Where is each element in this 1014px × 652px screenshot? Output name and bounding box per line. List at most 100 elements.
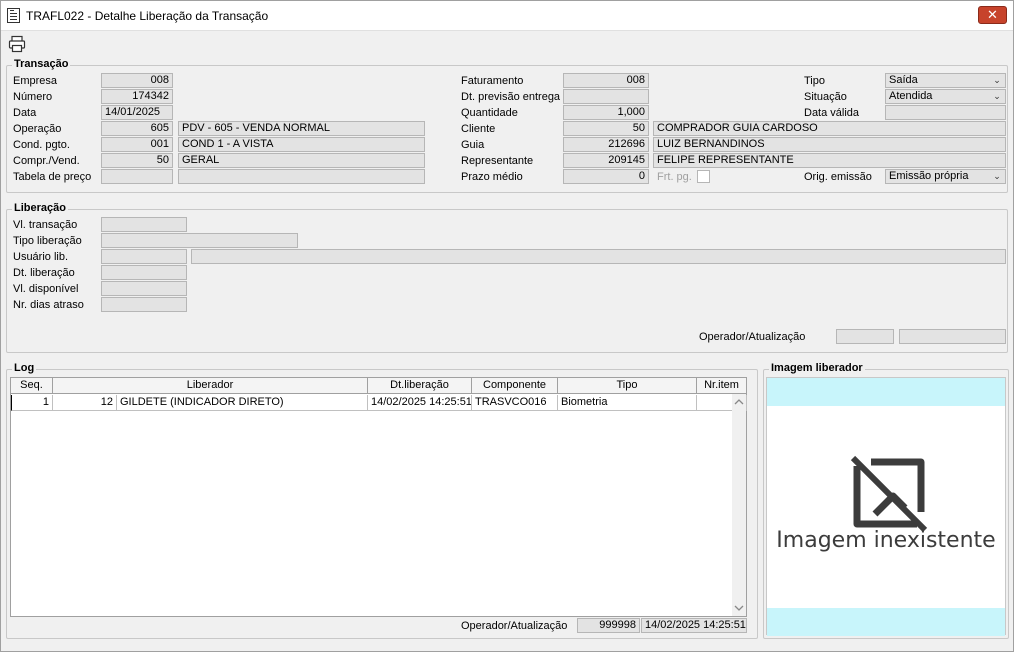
empresa-field[interactable]: 008: [101, 73, 173, 88]
no-image-text: Imagem inexistente: [776, 528, 996, 553]
cell-liberador-name[interactable]: GILDETE (INDICADOR DIRETO): [117, 395, 368, 411]
vl-transacao-label: Vl. transação: [13, 219, 78, 231]
log-table-header: Seq. Liberador Dt.liberação Componente T…: [11, 378, 747, 394]
log-operador-label: Operador/Atualização: [461, 620, 568, 632]
cond-pgto-desc-field[interactable]: COND 1 - A VISTA: [178, 137, 425, 152]
compr-vend-label: Compr./Vend.: [13, 155, 80, 167]
liberacao-operador-code-field[interactable]: [836, 329, 894, 344]
tipo-select-value: Saída: [889, 74, 918, 86]
log-operador-code-field[interactable]: 999998: [577, 618, 640, 633]
dt-previsao-field[interactable]: [563, 89, 649, 104]
column-header-liberador[interactable]: Liberador: [53, 378, 368, 394]
imagem-group-label: Imagem liberador: [769, 362, 865, 374]
operacao-label: Operação: [13, 123, 62, 135]
column-header-dt-liberacao[interactable]: Dt.liberação: [368, 378, 472, 394]
image-bottom-band: [767, 608, 1005, 636]
faturamento-field[interactable]: 008: [563, 73, 649, 88]
cell-seq[interactable]: 1: [11, 395, 53, 411]
data-field[interactable]: 14/01/2025: [101, 105, 173, 120]
usuario-lib-name-field[interactable]: [191, 249, 1006, 264]
guia-label: Guia: [461, 139, 485, 151]
cell-dt-liberacao[interactable]: 14/02/2025 14:25:51: [368, 395, 472, 411]
tipo-label: Tipo: [804, 75, 825, 87]
cliente-desc-field[interactable]: COMPRADOR GUIA CARDOSO: [653, 121, 1006, 136]
liberador-image: Imagem inexistente: [766, 377, 1006, 636]
liberacao-operador-date-field[interactable]: [899, 329, 1006, 344]
representante-desc-field[interactable]: FELIPE REPRESENTANTE: [653, 153, 1006, 168]
liberacao-operador-label: Operador/Atualização: [699, 331, 806, 343]
frt-pg-label: Frt. pg.: [657, 171, 692, 183]
log-table-scrollbar[interactable]: [732, 394, 746, 616]
nr-dias-atraso-field[interactable]: [101, 297, 187, 312]
table-row[interactable]: 1 12 GILDETE (INDICADOR DIRETO) 14/02/20…: [11, 395, 747, 411]
vl-disponivel-label: Vl. disponível: [13, 283, 79, 295]
chevron-down-icon: ⌄: [993, 171, 1001, 181]
window-title: TRAFL022 - Detalhe Liberação da Transaçã…: [26, 9, 269, 23]
cell-tipo[interactable]: Biometria: [558, 395, 697, 411]
faturamento-label: Faturamento: [461, 75, 524, 87]
window: TRAFL022 - Detalhe Liberação da Transaçã…: [0, 0, 1014, 652]
tipo-select[interactable]: Saída ⌄: [885, 73, 1006, 88]
orig-emissao-label: Orig. emissão: [804, 171, 872, 183]
vl-transacao-field[interactable]: [101, 217, 187, 232]
column-header-componente[interactable]: Componente: [472, 378, 558, 394]
column-header-seq[interactable]: Seq.: [11, 378, 53, 394]
log-operador-date-field[interactable]: 14/02/2025 14:25:51: [641, 618, 747, 633]
situacao-select[interactable]: Atendida ⌄: [885, 89, 1006, 104]
representante-code-field[interactable]: 209145: [563, 153, 649, 168]
frt-pg-checkbox[interactable]: [697, 170, 710, 183]
image-top-band: [767, 378, 1005, 406]
quantidade-field[interactable]: 1,000: [563, 105, 649, 120]
transacao-group-label: Transação: [12, 58, 71, 70]
operacao-desc-field[interactable]: PDV - 605 - VENDA NORMAL: [178, 121, 425, 136]
column-header-tipo[interactable]: Tipo: [558, 378, 697, 394]
close-button[interactable]: ✕: [978, 6, 1007, 24]
cell-liberador-code[interactable]: 12: [53, 395, 117, 411]
empresa-label: Empresa: [13, 75, 58, 87]
operacao-code-field[interactable]: 605: [101, 121, 173, 136]
cell-componente[interactable]: TRASVCO016: [472, 395, 558, 411]
tabela-preco-label: Tabela de preço: [13, 171, 92, 183]
representante-label: Representante: [461, 155, 534, 167]
numero-field[interactable]: 174342: [101, 89, 173, 104]
chevron-up-icon[interactable]: [732, 396, 746, 408]
quantidade-label: Quantidade: [461, 107, 518, 119]
liberacao-group-label: Liberação: [12, 202, 68, 214]
print-icon[interactable]: [8, 35, 26, 53]
compr-vend-code-field[interactable]: 50: [101, 153, 173, 168]
dt-liberacao-field[interactable]: [101, 265, 187, 280]
log-group-label: Log: [12, 362, 37, 374]
cliente-code-field[interactable]: 50: [563, 121, 649, 136]
vl-disponivel-field[interactable]: [101, 281, 187, 296]
chevron-down-icon: ⌄: [993, 91, 1001, 101]
compr-vend-desc-field[interactable]: GERAL: [178, 153, 425, 168]
title-bar: TRAFL022 - Detalhe Liberação da Transaçã…: [1, 1, 1013, 31]
nr-dias-atraso-label: Nr. dias atraso: [13, 299, 84, 311]
guia-desc-field[interactable]: LUIZ BERNANDINOS: [653, 137, 1006, 152]
no-image-icon: [850, 455, 928, 533]
column-header-nr-item[interactable]: Nr.item: [697, 378, 747, 394]
cliente-label: Cliente: [461, 123, 496, 135]
log-table[interactable]: Seq. Liberador Dt.liberação Componente T…: [10, 377, 747, 617]
tipo-liberacao-label: Tipo liberação: [13, 235, 82, 247]
guia-code-field[interactable]: 212696: [563, 137, 649, 152]
numero-label: Número: [13, 91, 53, 103]
dt-previsao-label: Dt. previsão entrega: [461, 91, 561, 103]
situacao-label: Situação: [804, 91, 847, 103]
tipo-liberacao-field[interactable]: [101, 233, 298, 248]
orig-emissao-select-value: Emissão própria: [889, 170, 969, 182]
usuario-lib-label: Usuário lib.: [13, 251, 69, 263]
situacao-select-value: Atendida: [889, 90, 933, 102]
cond-pgto-label: Cond. pgto.: [13, 139, 70, 151]
prazo-medio-field[interactable]: 0: [563, 169, 649, 184]
chevron-down-icon[interactable]: [732, 602, 746, 614]
orig-emissao-select[interactable]: Emissão própria ⌄: [885, 169, 1006, 184]
data-valida-field[interactable]: [885, 105, 1006, 120]
tabela-preco-code-field[interactable]: [101, 169, 173, 184]
dt-liberacao-label: Dt. liberação: [13, 267, 75, 279]
cond-pgto-code-field[interactable]: 001: [101, 137, 173, 152]
chevron-down-icon: ⌄: [993, 75, 1001, 85]
tabela-preco-desc-field[interactable]: [178, 169, 425, 184]
prazo-medio-label: Prazo médio: [461, 171, 523, 183]
usuario-lib-code-field[interactable]: [101, 249, 187, 264]
